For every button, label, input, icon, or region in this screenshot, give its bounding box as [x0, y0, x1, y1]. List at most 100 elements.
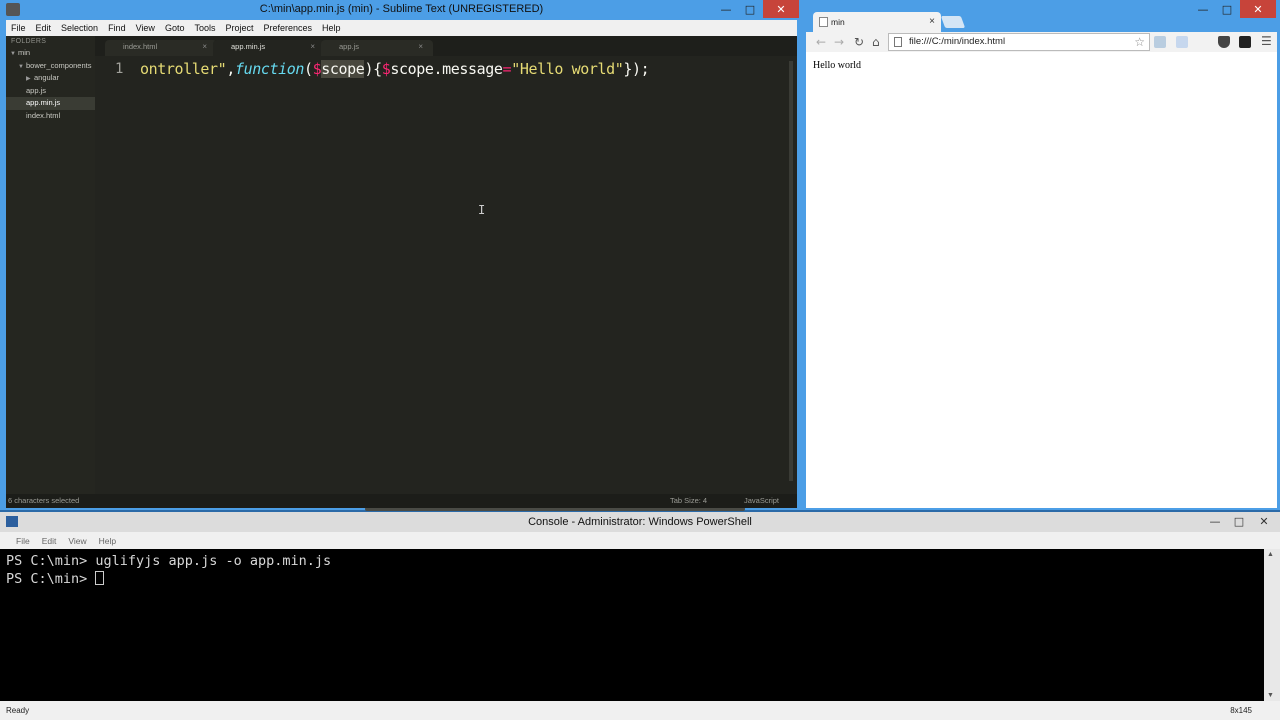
sublime-body: FOLDERS ▼ min ▼ bower_components ▶ angular app… [6, 36, 797, 511]
pocket-icon[interactable] [1218, 36, 1230, 48]
layers-icon[interactable] [1239, 36, 1251, 48]
code-token: }); [623, 60, 650, 78]
menu-preferences[interactable]: Preferences [258, 20, 317, 36]
disclosure-open-icon[interactable]: ▼ [18, 61, 26, 73]
menu-project[interactable]: Project [220, 20, 258, 36]
tab-close-icon[interactable]: × [418, 40, 423, 54]
sidebar-item-label: app.js [26, 85, 47, 95]
tab-label: index.html [123, 42, 158, 51]
code-token: scope [321, 60, 365, 78]
menu-file[interactable]: File [10, 536, 36, 546]
menu-view[interactable]: View [62, 536, 92, 546]
sidebar-item-angular[interactable]: ▶ angular [6, 72, 95, 85]
chrome-window-controls: — □ ✕ [1192, 0, 1276, 18]
tab-app-js[interactable]: app.js × [321, 40, 433, 56]
web-page-viewport: Hello world [806, 52, 1277, 508]
chrome-toolbar: ← → ↻ ⌂ file:///C:/min/index.html ☆ ☰ [806, 32, 1277, 52]
folder-sidebar: FOLDERS ▼ min ▼ bower_components ▶ angular app… [6, 36, 95, 494]
scroll-down-arrow-icon[interactable]: ▼ [1267, 692, 1274, 699]
page-body-text: Hello world [813, 60, 862, 71]
code-token: ){ [364, 60, 382, 78]
code-token: scope.message [390, 60, 503, 78]
menu-file[interactable]: File [6, 20, 31, 36]
console-cursor [95, 571, 105, 585]
maximize-button[interactable]: □ [739, 0, 761, 18]
line-number: 1 [115, 61, 124, 77]
sidebar-item-app-js[interactable]: app.js [6, 85, 95, 98]
chrome-tabstrip: min × — □ ✕ [803, 0, 1280, 32]
sublime-titlebar[interactable]: C:\min\app.min.js (min) - Sublime Text (… [0, 0, 803, 20]
powershell-titlebar[interactable]: Console - Administrator: Windows PowerSh… [0, 512, 1280, 532]
tab-index-html[interactable]: index.html × [105, 40, 217, 56]
menu-edit[interactable]: Edit [31, 20, 57, 36]
forward-arrow-icon[interactable]: → [834, 34, 844, 50]
tab-size-selector[interactable]: Tab Size: 4 [670, 494, 707, 508]
minimap-scrollbar[interactable] [789, 61, 793, 481]
address-url[interactable]: file:///C:/min/index.html [909, 36, 1005, 47]
chrome-menu-icon[interactable]: ☰ [1261, 33, 1272, 49]
back-arrow-icon[interactable]: ← [816, 34, 826, 50]
chrome-window: min × — □ ✕ ← → ↻ ⌂ file:///C:/min/index… [803, 0, 1280, 510]
close-button[interactable]: ✕ [763, 0, 799, 18]
extension-icon[interactable] [1154, 36, 1166, 48]
disclosure-closed-icon[interactable]: ▶ [26, 73, 34, 85]
code-editor[interactable]: 1 ontroller",function($scope){$scope.mes… [95, 56, 797, 511]
new-tab-button[interactable] [940, 16, 966, 28]
browser-tab[interactable]: min × [813, 12, 941, 32]
menu-help[interactable]: Help [317, 20, 346, 36]
code-line[interactable]: ontroller",function($scope){$scope.messa… [140, 60, 650, 78]
maximize-button[interactable]: □ [1216, 0, 1238, 18]
menu-help[interactable]: Help [93, 536, 122, 546]
text-cursor-icon: I [478, 203, 486, 217]
tab-close-icon[interactable]: × [202, 40, 207, 54]
sublime-window-title: C:\min\app.min.js (min) - Sublime Text (… [259, 3, 544, 15]
code-token: ( [304, 60, 313, 78]
menu-goto[interactable]: Goto [160, 20, 190, 36]
maximize-button[interactable]: □ [1228, 512, 1250, 530]
menu-view[interactable]: View [131, 20, 160, 36]
code-token: ontroller" [140, 60, 227, 78]
page-icon [894, 37, 902, 47]
menu-find[interactable]: Find [103, 20, 131, 36]
home-icon[interactable]: ⌂ [872, 34, 880, 50]
close-button[interactable]: ✕ [1252, 512, 1276, 530]
close-button[interactable]: ✕ [1240, 0, 1276, 18]
sidebar-item-min[interactable]: ▼ min [6, 47, 95, 60]
selection-status: 6 characters selected [8, 496, 80, 505]
console-output[interactable]: PS C:\min> uglifyjs app.js -o app.min.js… [0, 549, 1264, 701]
sublime-window: C:\min\app.min.js (min) - Sublime Text (… [0, 0, 803, 511]
minimize-button[interactable]: — [715, 0, 737, 18]
scroll-up-arrow-icon[interactable]: ▲ [1267, 551, 1274, 558]
sidebar-item-label: min [18, 48, 31, 57]
powershell-statusbar: Ready 8x145 [0, 701, 1280, 720]
bookmark-star-icon[interactable]: ☆ [1134, 34, 1145, 50]
code-token: "Hello world" [511, 60, 624, 78]
sidebar-item-label: angular [34, 73, 60, 82]
powershell-menubar: File Edit View Help [0, 532, 1280, 549]
sidebar-item-bower-components[interactable]: ▼ bower_components [6, 60, 95, 73]
minimize-button[interactable]: — [1204, 512, 1226, 530]
syntax-selector[interactable]: JavaScript [744, 494, 779, 508]
extension-icon[interactable] [1176, 36, 1188, 48]
menu-tools[interactable]: Tools [189, 20, 220, 36]
browser-tab-title: min [831, 17, 845, 27]
status-ready: Ready [6, 706, 30, 715]
tab-app-min-js[interactable]: app.min.js × [213, 40, 325, 56]
sidebar-item-app-min-js[interactable]: app.min.js [6, 97, 95, 110]
console-prompt: PS C:\min> [6, 571, 96, 587]
menu-edit[interactable]: Edit [36, 536, 63, 546]
sidebar-item-index-html[interactable]: index.html [6, 110, 95, 123]
sidebar-heading: FOLDERS [11, 38, 47, 45]
minimize-button[interactable]: — [1192, 0, 1214, 18]
sidebar-tree: ▼ min ▼ bower_components ▶ angular app.js app.m… [6, 47, 95, 122]
powershell-window-title: Console - Administrator: Windows PowerSh… [528, 516, 752, 528]
tab-close-icon[interactable]: × [310, 40, 315, 54]
tab-close-icon[interactable]: × [929, 12, 935, 32]
tab-label: app.min.js [231, 42, 266, 51]
address-bar[interactable]: file:///C:/min/index.html ☆ [888, 33, 1150, 51]
disclosure-open-icon[interactable]: ▼ [10, 48, 18, 60]
menu-selection[interactable]: Selection [56, 20, 103, 36]
reload-icon[interactable]: ↻ [854, 34, 864, 50]
powershell-window-controls: — □ ✕ [1204, 512, 1276, 530]
console-vertical-scrollbar[interactable]: ▲ ▼ [1264, 549, 1280, 701]
